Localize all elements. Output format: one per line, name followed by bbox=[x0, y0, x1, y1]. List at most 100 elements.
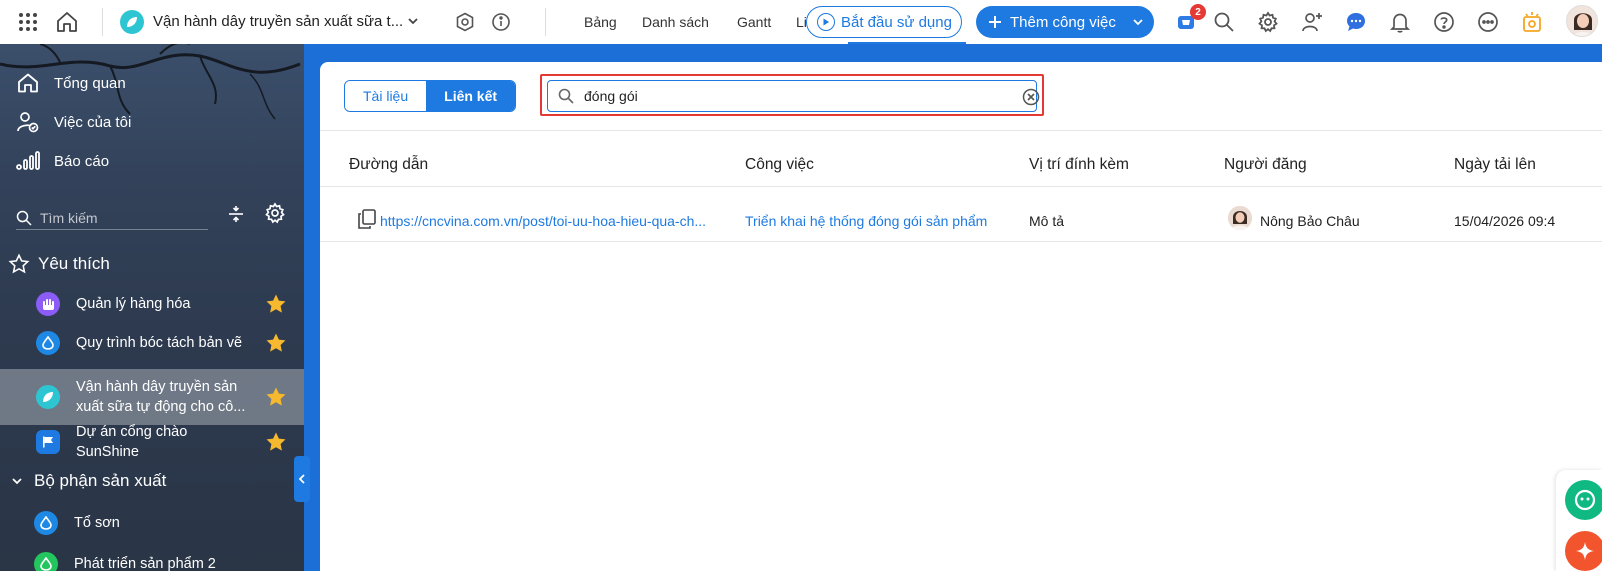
home-icon[interactable] bbox=[54, 9, 80, 35]
drop-icon bbox=[34, 552, 58, 571]
sidebar-item-favorite-active[interactable]: Vận hành dây truyền sản xuất sữa tự động… bbox=[0, 369, 304, 425]
task-link[interactable]: Triển khai hệ thống đóng gói sản phẩm bbox=[745, 213, 987, 229]
sidebar-item-label: Báo cáo bbox=[54, 152, 110, 170]
tab-board[interactable]: Bảng bbox=[584, 14, 617, 30]
sidebar-item-label: Quản lý hàng hóa bbox=[76, 296, 191, 312]
chat-icon[interactable] bbox=[1344, 10, 1368, 34]
top-bar: Vận hành dây truyền sản xuất sữa t... Bả… bbox=[0, 0, 1602, 44]
project-settings-icon[interactable] bbox=[454, 11, 476, 33]
apps-grid-icon[interactable] bbox=[16, 10, 40, 34]
column-header-upload-date[interactable]: Ngày tải lên bbox=[1454, 156, 1536, 174]
avatar bbox=[1228, 206, 1252, 230]
sparkle-icon bbox=[1576, 542, 1594, 560]
sidebar: Tổng quan Việc của tôi Báo cáo Tìm kiếm … bbox=[0, 44, 304, 571]
attachment-search-field[interactable] bbox=[547, 80, 1040, 112]
add-user-icon[interactable] bbox=[1300, 10, 1324, 34]
sidebar-item-label: Việc của tôi bbox=[54, 113, 132, 131]
search-input[interactable] bbox=[584, 88, 1004, 104]
favorites-title: Yêu thích bbox=[38, 254, 110, 273]
divider bbox=[320, 130, 1602, 131]
link-url[interactable]: https://cncvina.com.vn/post/toi-uu-hoa-h… bbox=[380, 213, 706, 229]
support-chat-button[interactable] bbox=[1565, 480, 1602, 520]
sidebar-item-department[interactable]: Phát triển sản phẩm 2 bbox=[0, 548, 304, 571]
segment-documents[interactable]: Tài liệu bbox=[345, 81, 427, 111]
tab-list[interactable]: Danh sách bbox=[642, 14, 709, 30]
chevron-down-icon bbox=[12, 478, 22, 485]
star-filled-icon[interactable] bbox=[264, 430, 288, 454]
column-header-task[interactable]: Công việc bbox=[745, 156, 814, 174]
bell-icon[interactable] bbox=[1388, 10, 1412, 34]
drop-icon bbox=[36, 331, 60, 355]
daily-sun-icon[interactable] bbox=[1520, 10, 1544, 34]
info-icon[interactable] bbox=[490, 11, 512, 33]
cart-badge: 2 bbox=[1190, 4, 1206, 20]
search-icon bbox=[16, 210, 32, 226]
department-section-header[interactable]: Bộ phận sản xuất bbox=[8, 468, 166, 494]
poster-name: Nông Bảo Châu bbox=[1260, 213, 1360, 229]
add-task-button[interactable]: Thêm công việc bbox=[976, 6, 1154, 38]
help-icon[interactable] bbox=[1432, 10, 1456, 34]
avatar[interactable] bbox=[1566, 5, 1598, 37]
sidebar-item-label: Vận hành dây truyền sản xuất sữa tự động… bbox=[76, 379, 246, 415]
sidebar-item-my-tasks[interactable]: Việc của tôi bbox=[16, 109, 131, 135]
upload-date: 15/04/2026 09:4 bbox=[1454, 213, 1556, 229]
segment-links[interactable]: Liên kết bbox=[426, 81, 516, 111]
report-icon bbox=[16, 149, 40, 173]
sidebar-item-label: Tổ sơn bbox=[74, 515, 120, 531]
my-tasks-icon bbox=[16, 110, 40, 134]
project-logo bbox=[120, 10, 144, 34]
sidebar-search-placeholder: Tìm kiếm bbox=[40, 209, 98, 226]
sidebar-item-overview[interactable]: Tổng quan bbox=[16, 70, 126, 96]
sidebar-item-label: Tổng quan bbox=[54, 74, 126, 92]
star-outline-icon bbox=[8, 253, 30, 274]
play-icon bbox=[817, 13, 835, 31]
sidebar-item-label: Quy trình bóc tách bản vẽ bbox=[76, 335, 243, 351]
department-title: Bộ phận sản xuất bbox=[34, 471, 167, 490]
chevron-down-icon[interactable] bbox=[1132, 16, 1144, 28]
gear-icon[interactable] bbox=[264, 202, 288, 226]
start-using-button[interactable]: Bắt đầu sử dụng bbox=[806, 6, 962, 38]
divider bbox=[320, 241, 1602, 242]
star-filled-icon[interactable] bbox=[264, 385, 288, 409]
divider bbox=[320, 186, 1602, 187]
attachments-panel: Tài liệu Liên kết Đường dẫn Công việc Vị… bbox=[320, 62, 1602, 571]
collapse-all-icon[interactable] bbox=[226, 204, 248, 226]
ai-assistant-button[interactable] bbox=[1565, 531, 1602, 571]
chevron-down-icon[interactable] bbox=[406, 14, 420, 28]
sidebar-item-label: Dự án cổng chào SunShine bbox=[76, 424, 188, 460]
sidebar-background-branch bbox=[0, 44, 301, 120]
project-title[interactable]: Vận hành dây truyền sản xuất sữa t... bbox=[153, 13, 403, 30]
search-icon bbox=[558, 88, 574, 104]
sidebar-item-reports[interactable]: Báo cáo bbox=[16, 148, 109, 174]
column-header-poster[interactable]: Người đăng bbox=[1224, 156, 1307, 174]
search-icon[interactable] bbox=[1212, 10, 1236, 34]
sidebar-item-favorite[interactable]: Dự án cổng chào SunShine bbox=[0, 424, 304, 460]
attachment-location: Mô tả bbox=[1029, 213, 1065, 229]
favorites-section-header[interactable]: Yêu thích bbox=[8, 251, 110, 277]
more-icon[interactable] bbox=[1476, 10, 1500, 34]
divider bbox=[545, 8, 546, 36]
sidebar-collapse-toggle[interactable] bbox=[294, 456, 310, 502]
flag-icon bbox=[36, 430, 60, 454]
tab-gantt[interactable]: Gantt bbox=[737, 14, 771, 30]
chatbot-icon bbox=[1574, 489, 1596, 511]
sidebar-search-input[interactable]: Tìm kiếm bbox=[16, 206, 208, 230]
add-task-label: Thêm công việc bbox=[1010, 13, 1116, 31]
clear-search-icon[interactable] bbox=[1022, 88, 1040, 106]
sidebar-item-favorite[interactable]: Quản lý hàng hóa bbox=[0, 288, 304, 320]
sidebar-item-label: Phát triển sản phẩm 2 bbox=[74, 556, 216, 571]
divider bbox=[102, 8, 103, 36]
sidebar-item-favorite[interactable]: Quy trình bóc tách bản vẽ bbox=[0, 327, 304, 359]
column-header-location[interactable]: Vị trí đính kèm bbox=[1029, 156, 1129, 174]
attachment-type-toggle: Tài liệu Liên kết bbox=[344, 80, 517, 112]
copy-link-icon[interactable] bbox=[356, 208, 378, 230]
gear-icon[interactable] bbox=[1256, 10, 1280, 34]
column-header-url[interactable]: Đường dẫn bbox=[349, 156, 428, 174]
leaf-icon bbox=[36, 385, 60, 409]
star-filled-icon[interactable] bbox=[264, 331, 288, 355]
sidebar-item-department[interactable]: Tổ sơn bbox=[0, 507, 304, 539]
home-icon bbox=[16, 71, 40, 95]
drop-icon bbox=[34, 511, 58, 535]
plus-icon bbox=[989, 16, 1001, 28]
star-filled-icon[interactable] bbox=[264, 292, 288, 316]
